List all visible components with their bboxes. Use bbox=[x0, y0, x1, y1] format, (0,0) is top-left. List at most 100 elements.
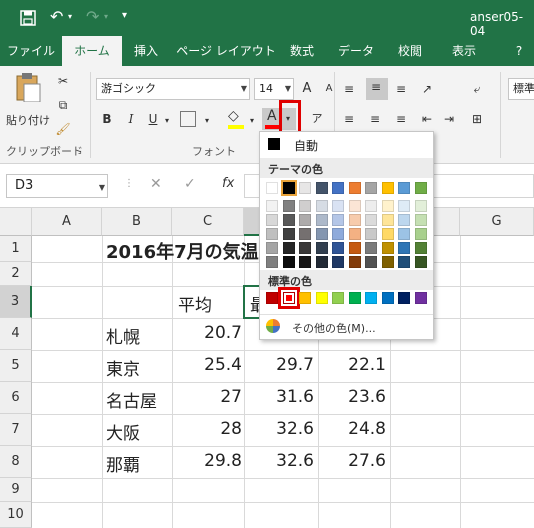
align-top-icon[interactable]: ≡ bbox=[340, 80, 358, 98]
shade-color-swatch[interactable] bbox=[348, 200, 361, 212]
shade-color-swatch[interactable] bbox=[266, 200, 278, 212]
borders-icon[interactable] bbox=[180, 111, 196, 127]
tab-file[interactable]: ファイル bbox=[6, 36, 56, 66]
theme-color-swatch[interactable] bbox=[315, 182, 328, 194]
shade-color-swatch[interactable] bbox=[299, 200, 311, 212]
shade-color-swatch[interactable] bbox=[332, 214, 344, 226]
shade-color-swatch[interactable] bbox=[299, 256, 311, 268]
cut-icon[interactable]: ✂ bbox=[54, 72, 72, 90]
sheet-title-cell[interactable]: 2016年7月の気温 bbox=[106, 238, 259, 264]
shade-color-swatch[interactable] bbox=[315, 228, 328, 240]
city-cell[interactable]: 札幌 bbox=[106, 323, 140, 348]
shade-color-swatch[interactable] bbox=[332, 200, 344, 212]
insert-function-icon[interactable]: fx bbox=[222, 176, 234, 191]
max-cell[interactable]: 32.6 bbox=[244, 451, 314, 471]
bold-button[interactable]: B bbox=[98, 110, 116, 128]
decrease-indent-icon[interactable]: ⇤ bbox=[418, 110, 436, 128]
shade-color-swatch[interactable] bbox=[348, 242, 361, 254]
shade-color-swatch[interactable] bbox=[282, 200, 295, 212]
shade-color-swatch[interactable] bbox=[348, 228, 361, 240]
theme-color-swatch[interactable] bbox=[414, 182, 427, 194]
shade-color-swatch[interactable] bbox=[266, 214, 278, 226]
automatic-color-option[interactable]: 自動 bbox=[260, 132, 433, 156]
row-header[interactable]: 2 bbox=[0, 262, 32, 286]
drag-handle-icon[interactable]: ⋮ bbox=[124, 178, 134, 189]
select-all-button[interactable] bbox=[0, 208, 32, 236]
font-name-combo[interactable]: 游ゴシック ▼ bbox=[96, 78, 250, 100]
standard-color-swatch[interactable] bbox=[332, 292, 344, 304]
shade-color-swatch[interactable] bbox=[282, 256, 295, 268]
number-format-combo[interactable]: 標準 bbox=[508, 78, 534, 100]
shade-color-swatch[interactable] bbox=[266, 228, 278, 240]
grow-font-button[interactable]: A bbox=[298, 80, 316, 98]
shade-color-swatch[interactable] bbox=[315, 200, 328, 212]
column-header[interactable]: B bbox=[102, 208, 172, 236]
standard-color-swatch[interactable] bbox=[315, 292, 328, 304]
theme-color-swatch[interactable] bbox=[332, 182, 344, 194]
shrink-font-button[interactable]: A bbox=[320, 80, 338, 98]
row-header[interactable]: 8 bbox=[0, 446, 32, 478]
shade-color-swatch[interactable] bbox=[299, 214, 311, 226]
phonetic-icon[interactable]: ア bbox=[308, 110, 326, 128]
city-cell[interactable]: 那覇 bbox=[106, 451, 140, 476]
standard-color-swatch[interactable] bbox=[299, 292, 311, 304]
paste-button[interactable]: 貼り付け bbox=[4, 72, 52, 138]
shade-color-swatch[interactable] bbox=[266, 242, 278, 254]
column-header[interactable]: A bbox=[32, 208, 102, 236]
customize-qat-icon[interactable]: ▾ bbox=[122, 10, 127, 21]
underline-dropdown-icon[interactable]: ▾ bbox=[165, 116, 169, 125]
shade-color-swatch[interactable] bbox=[414, 228, 427, 240]
shade-color-swatch[interactable] bbox=[299, 228, 311, 240]
enter-icon[interactable]: ✓ bbox=[184, 176, 196, 192]
max-cell[interactable]: 31.6 bbox=[244, 387, 314, 407]
shade-color-swatch[interactable] bbox=[414, 242, 427, 254]
shade-color-swatch[interactable] bbox=[365, 228, 377, 240]
avg-cell[interactable]: 28 bbox=[172, 419, 242, 439]
row-header[interactable]: 7 bbox=[0, 414, 32, 446]
min-cell[interactable]: 27.6 bbox=[318, 451, 386, 471]
underline-button[interactable]: U bbox=[144, 110, 162, 128]
align-right-indent-icon[interactable]: ⇥ bbox=[440, 110, 458, 128]
format-painter-icon[interactable]: 🖌 bbox=[54, 120, 72, 138]
shade-color-swatch[interactable] bbox=[332, 256, 344, 268]
shade-color-swatch[interactable] bbox=[414, 200, 427, 212]
shade-color-swatch[interactable] bbox=[365, 200, 377, 212]
row-header[interactable]: 1 bbox=[0, 236, 32, 262]
italic-button[interactable]: I bbox=[122, 110, 140, 128]
theme-color-swatch[interactable] bbox=[365, 182, 377, 194]
shade-color-swatch[interactable] bbox=[381, 214, 394, 226]
avg-cell[interactable]: 20.7 bbox=[172, 323, 242, 343]
orientation-icon[interactable]: ↗ bbox=[418, 80, 436, 98]
tab-home[interactable]: ホーム bbox=[62, 36, 122, 66]
column-header[interactable]: G bbox=[460, 208, 534, 236]
shade-color-swatch[interactable] bbox=[365, 242, 377, 254]
min-cell[interactable]: 22.1 bbox=[318, 355, 386, 375]
theme-color-swatch[interactable] bbox=[299, 182, 311, 194]
shade-color-swatch[interactable] bbox=[315, 256, 328, 268]
header-cell-avg[interactable]: 平均 bbox=[178, 291, 212, 316]
standard-color-swatch[interactable] bbox=[398, 292, 410, 304]
standard-color-swatch[interactable] bbox=[266, 292, 278, 304]
row-header[interactable]: 9 bbox=[0, 478, 32, 502]
align-right-icon[interactable]: ≡ bbox=[392, 110, 410, 128]
theme-color-swatch[interactable] bbox=[398, 182, 410, 194]
tab-data[interactable]: データ bbox=[334, 36, 378, 66]
merge-center-icon[interactable]: ⊞ bbox=[468, 110, 486, 128]
clipboard-launcher-icon[interactable]: ⌟ bbox=[78, 146, 82, 155]
font-size-combo[interactable]: 14 ▼ bbox=[254, 78, 294, 100]
fill-color-dropdown-icon[interactable]: ▾ bbox=[250, 116, 254, 125]
shade-color-swatch[interactable] bbox=[381, 228, 394, 240]
standard-color-swatch[interactable] bbox=[414, 292, 427, 304]
avg-cell[interactable]: 25.4 bbox=[172, 355, 242, 375]
shade-color-swatch[interactable] bbox=[282, 214, 295, 226]
align-bottom-icon[interactable]: ≡ bbox=[392, 80, 410, 98]
shade-color-swatch[interactable] bbox=[381, 256, 394, 268]
cancel-icon[interactable]: ✕ bbox=[150, 176, 162, 192]
wrap-text-icon[interactable]: ⤶ bbox=[468, 80, 486, 98]
min-cell[interactable]: 24.8 bbox=[318, 419, 386, 439]
shade-color-swatch[interactable] bbox=[282, 242, 295, 254]
tab-formulas[interactable]: 数式 bbox=[282, 36, 322, 66]
max-cell[interactable]: 32.6 bbox=[244, 419, 314, 439]
align-left-icon[interactable]: ≡ bbox=[340, 110, 358, 128]
align-middle-button[interactable]: ≡ bbox=[366, 78, 388, 100]
